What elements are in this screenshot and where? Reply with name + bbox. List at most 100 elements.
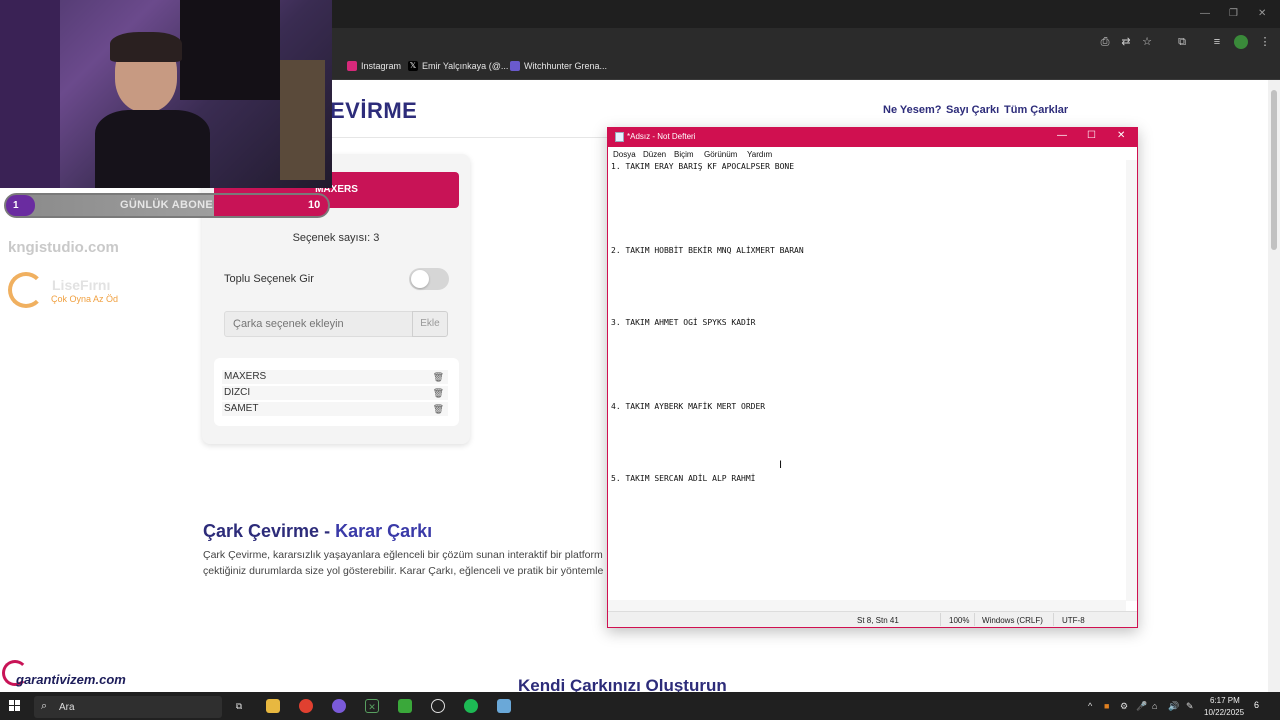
nav-ne-yesem[interactable]: Ne Yesem? [883,104,942,116]
taskbar-clock-time[interactable]: 6:17 PM [1210,696,1240,705]
i-beam-cursor-icon: I [779,459,783,471]
option-label: DIZCI [224,387,251,398]
subscriber-goal-label: GÜNLÜK ABONE [120,199,214,211]
list-item: DIZCI 🗑 [222,386,448,400]
nav-sayi-carki[interactable]: Sayı Çarkı [946,104,999,116]
shield-icon [510,61,520,71]
spotify-icon[interactable] [464,699,478,713]
menu-yardim[interactable]: Yardım [747,150,772,159]
chrome-icon[interactable] [299,699,313,713]
menu-duzen[interactable]: Düzen [643,150,666,159]
bookmark-label: Emir Yalçınkaya (@... [422,61,509,71]
studio-brand: kngistudio.com [8,239,119,256]
discord-icon[interactable] [332,699,346,713]
menu-bicim[interactable]: Biçim [674,150,694,159]
status-line-ending: Windows (CRLF) [982,616,1043,625]
notepad-minimize-icon[interactable]: — [1057,130,1067,141]
menu-dosya[interactable]: Dosya [613,150,636,159]
section-title-highlight: Karar Çarkı [335,521,433,541]
option-count: Seçenek sayısı: 3 [292,232,380,244]
toggle-knob[interactable] [411,270,429,288]
taskbar-clock-date[interactable]: 10/22/2025 [1204,708,1244,717]
notification-center-icon[interactable]: 6 [1254,700,1259,710]
notepad-maximize-icon[interactable]: ☐ [1087,130,1096,141]
add-option-button[interactable]: Ekle [412,311,448,337]
menu-gorunum[interactable]: Görünüm [704,150,737,159]
webcam-feed [0,0,332,188]
minimize-icon[interactable]: — [1200,8,1210,19]
tray-microphone-icon[interactable]: 🎤 [1136,701,1147,712]
status-separator [940,613,941,626]
lisa-logo-icon [8,272,44,308]
header-divider [330,137,610,138]
bookmark-label: Instagram [361,61,402,71]
status-cursor-position: St 8, Stn 41 [857,616,899,625]
bookmark-witchhunter[interactable]: Witchhunter Grena... [510,61,607,71]
notepad-close-icon[interactable]: ✕ [1117,130,1125,141]
instagram-icon [347,61,357,71]
bookmark-label: Witchhunter Grena... [524,61,608,71]
trash-icon[interactable]: 🗑 [433,402,444,416]
page-scrollbar-thumb[interactable] [1271,90,1277,250]
close-icon[interactable]: ✕ [1258,8,1266,19]
status-encoding: UTF-8 [1062,616,1085,625]
sponsor-url: garantivizem.com [16,672,126,687]
sponsor-tagline: Çok Oyna Az Öd [51,294,119,304]
add-option-input[interactable] [224,311,413,337]
option-label: MAXERS [224,371,267,382]
reading-list-icon[interactable]: ≡ [1210,35,1224,49]
subscriber-goal-target: 10 [308,199,321,211]
translate-icon[interactable]: ⇄ [1119,35,1133,49]
status-separator [1053,613,1054,626]
notepad-line: 2. TAKIM HOBBİT BEKİR MNQ ALİXMERT BARAN [611,246,804,255]
section-paragraph-line-2: çektiğiniz durumlarda size yol gösterebi… [203,565,604,577]
tray-network-icon[interactable]: ⌂ [1152,701,1157,711]
notepad-title: *Adsız - Not Defteri [627,132,696,141]
tray-gear-icon[interactable]: ⚙ [1120,701,1128,712]
file-explorer-icon[interactable] [266,699,280,713]
notepad-line: 5. TAKIM SERCAN ADİL ALP RAHMİ [611,474,756,483]
notepad-line: 4. TAKIM AYBERK MAFİK MERT ORDER [611,402,766,411]
steam-icon[interactable] [431,699,445,713]
xbox-icon[interactable]: ✕ [365,699,379,713]
install-app-icon[interactable]: ⎙ [1098,35,1112,49]
section-title: Çark Çevirme - Karar Çarkı [203,521,432,542]
restore-icon[interactable]: ❐ [1229,8,1238,19]
status-separator [974,613,975,626]
site-logo[interactable]: EVİRME [330,98,417,124]
notepad-line: 1. TAKIM ERAY BARIŞ KF APOCALPSER BONE [611,162,795,171]
obs-icon[interactable] [398,699,412,713]
x-icon: 𝕏 [408,61,418,71]
windows-start-icon[interactable] [9,700,21,712]
sponsor-name: LiseFırnı [52,277,111,293]
tray-app-icon[interactable]: ■ [1104,701,1109,711]
notepad-text-area[interactable] [611,162,1126,598]
trash-icon[interactable]: 🗑 [433,386,444,400]
section-paragraph-line-1: Çark Çevirme, kararsızlık yaşayanlara eğ… [203,549,603,561]
bulk-entry-label: Toplu Seçenek Gir [224,273,314,285]
notepad-line: 3. TAKIM AHMET OGİ SPYKS KADİR [611,318,756,327]
notepad-app-icon [615,132,624,142]
tray-volume-icon[interactable]: 🔊 [1168,701,1179,712]
notepad-task-icon[interactable] [497,699,511,713]
menu-kebab-icon[interactable]: ⋮ [1258,35,1272,49]
task-view-icon[interactable]: ⧉ [232,699,246,713]
nav-tum-carklar[interactable]: Tüm Çarklar [1004,104,1068,116]
trash-icon[interactable]: 🗑 [433,370,444,384]
search-icon: ⌕ [41,700,48,712]
tray-chevron-up-icon[interactable]: ^ [1088,701,1092,711]
profile-avatar[interactable] [1234,35,1248,49]
bookmark-emir[interactable]: 𝕏 Emir Yalçınkaya (@... [408,61,508,71]
extensions-icon[interactable]: ⧉ [1175,35,1189,49]
notepad-vertical-scrollbar[interactable] [1126,160,1137,601]
status-zoom: 100% [949,616,970,625]
taskbar-search-label: Ara [59,702,75,713]
notepad-horizontal-scrollbar[interactable] [608,600,1126,611]
bookmark-star-icon[interactable]: ☆ [1140,35,1154,49]
section-title-main: Çark Çevirme - [203,521,336,541]
list-item: MAXERS 🗑 [222,370,448,384]
list-item: SAMET 🗑 [222,402,448,416]
tray-pen-icon[interactable]: ✎ [1186,701,1194,712]
bookmark-instagram[interactable]: Instagram [347,61,401,71]
subscriber-goal-current: 1 [6,195,35,216]
